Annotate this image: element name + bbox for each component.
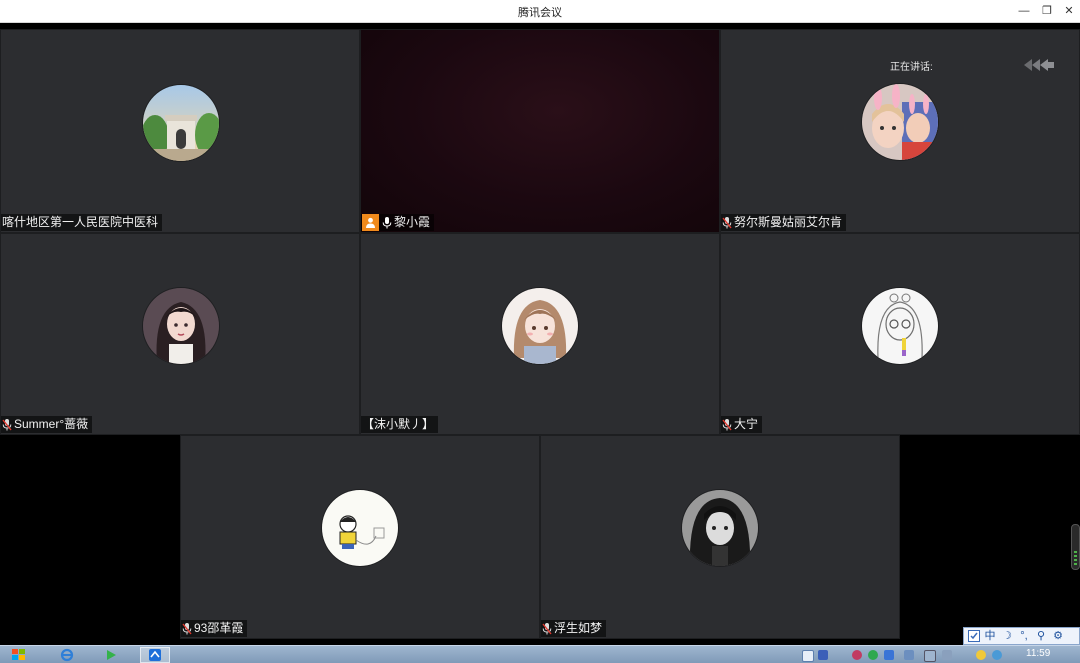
host-badge-icon — [362, 214, 379, 231]
participant-tile[interactable]: 大宁 — [720, 233, 1080, 435]
tray-app-icon[interactable] — [868, 650, 878, 660]
video-grid: 喀什地区第一人民医院中医科 黎小霞 正在讲话: 努尔斯曼姑丽艾尔肯 Summer… — [0, 29, 1080, 644]
participant-name: 93邵革霞 — [194, 621, 244, 635]
tray-app-icon[interactable] — [976, 650, 986, 660]
tray-app-icon[interactable] — [992, 650, 1002, 660]
participant-tile[interactable]: 93邵革霞 — [180, 435, 540, 639]
participant-name-tag: 93邵革霞 — [181, 620, 248, 637]
tray-help-icon[interactable] — [818, 650, 828, 660]
mic-muted-icon — [2, 418, 12, 431]
taskbar-clock[interactable]: 11:59 — [1026, 648, 1050, 659]
avatar-bunny-filter-photo — [862, 84, 938, 160]
avatar-monochrome-girl — [682, 490, 758, 566]
mic-active-icon — [382, 216, 392, 229]
tray-volume-icon[interactable] — [942, 650, 952, 660]
tray-checkbox-icon[interactable] — [802, 650, 814, 662]
start-button[interactable] — [4, 647, 34, 663]
mic-muted-icon — [182, 622, 192, 635]
speaking-indicator-label: 正在讲话: — [890, 62, 933, 73]
participant-name-tag: 努尔斯曼姑丽艾尔肯 — [721, 214, 847, 231]
participant-name: Summer°蔷薇 — [14, 417, 89, 431]
ime-halfwidth-icon[interactable]: ☽ — [1000, 628, 1014, 644]
participant-tile[interactable]: 正在讲话: 努尔斯曼姑丽艾尔肯 — [720, 29, 1080, 233]
close-button[interactable]: ✕ — [1061, 3, 1077, 19]
mic-muted-icon — [722, 216, 732, 229]
mic-muted-icon — [542, 622, 552, 635]
restore-button[interactable]: ❐ — [1039, 3, 1055, 19]
internet-explorer-icon — [60, 648, 74, 662]
minimize-button[interactable]: — — [1016, 3, 1032, 19]
participant-name-tag: 浮生如梦 — [541, 620, 607, 637]
avatar-gate-icon — [143, 85, 219, 161]
avatar-anime-girl-brown-hair — [502, 288, 578, 364]
taskbar: 11:59 — [0, 645, 1080, 663]
participant-name-tag: Summer°蔷薇 — [1, 416, 93, 433]
mic-muted-icon — [722, 418, 732, 431]
participant-name: 喀什地区第一人民医院中医科 — [2, 215, 159, 229]
taskbar-media-player[interactable] — [96, 647, 126, 663]
taskbar-tencent-meeting[interactable] — [140, 647, 170, 663]
avatar-sketch-girl — [862, 288, 938, 364]
participant-name: 努尔斯曼姑丽艾尔肯 — [734, 215, 843, 229]
ime-toolbar[interactable]: 中 ☽ °, ⚲ ⚙ — [963, 627, 1080, 645]
tray-network-icon[interactable] — [924, 650, 936, 662]
ime-settings-icon[interactable]: ⚙ — [1051, 628, 1065, 644]
participant-name: 【沫小默丿】 — [362, 417, 435, 431]
participant-name-tag: 黎小霞 — [361, 214, 435, 231]
participant-tile[interactable]: 【沫小默丿】 — [360, 233, 720, 435]
ime-logo-icon[interactable] — [968, 630, 980, 642]
tray-app-icon[interactable] — [884, 650, 894, 660]
ime-punctuation-icon[interactable]: °, — [1017, 628, 1031, 644]
participant-name: 浮生如梦 — [554, 621, 603, 635]
tray-app-icon[interactable] — [904, 650, 914, 660]
participant-name: 黎小霞 — [394, 215, 431, 229]
participant-name: 大宁 — [734, 417, 759, 431]
windows-logo-icon — [12, 649, 25, 660]
tray-app-icon[interactable] — [852, 650, 862, 660]
avatar-anime-girl-dark-hair — [143, 288, 219, 364]
participant-tile[interactable]: 喀什地区第一人民医院中医科 — [0, 29, 360, 233]
participant-tile[interactable]: Summer°蔷薇 — [0, 233, 360, 435]
ime-chinese-mode[interactable]: 中 — [983, 628, 997, 644]
participant-name-tag: 喀什地区第一人民医院中医科 — [1, 214, 163, 231]
taskbar-ie[interactable] — [52, 647, 82, 663]
speaker-list-arrows-icon[interactable] — [1022, 57, 1056, 73]
participant-tile[interactable]: 浮生如梦 — [540, 435, 900, 639]
tencent-meeting-icon — [149, 649, 161, 661]
title-bar: 腾讯会议 — ❐ ✕ — [0, 0, 1080, 23]
side-panel-handle[interactable] — [1071, 524, 1080, 570]
avatar-cartoon-boy-sitting — [322, 490, 398, 566]
participant-name-tag: 大宁 — [721, 416, 763, 433]
ime-user-icon[interactable]: ⚲ — [1034, 628, 1048, 644]
window-title: 腾讯会议 — [518, 7, 562, 19]
media-player-icon — [107, 650, 116, 660]
participant-name-tag: 【沫小默丿】 — [361, 416, 439, 433]
participant-video-tile[interactable]: 黎小霞 — [360, 29, 720, 233]
